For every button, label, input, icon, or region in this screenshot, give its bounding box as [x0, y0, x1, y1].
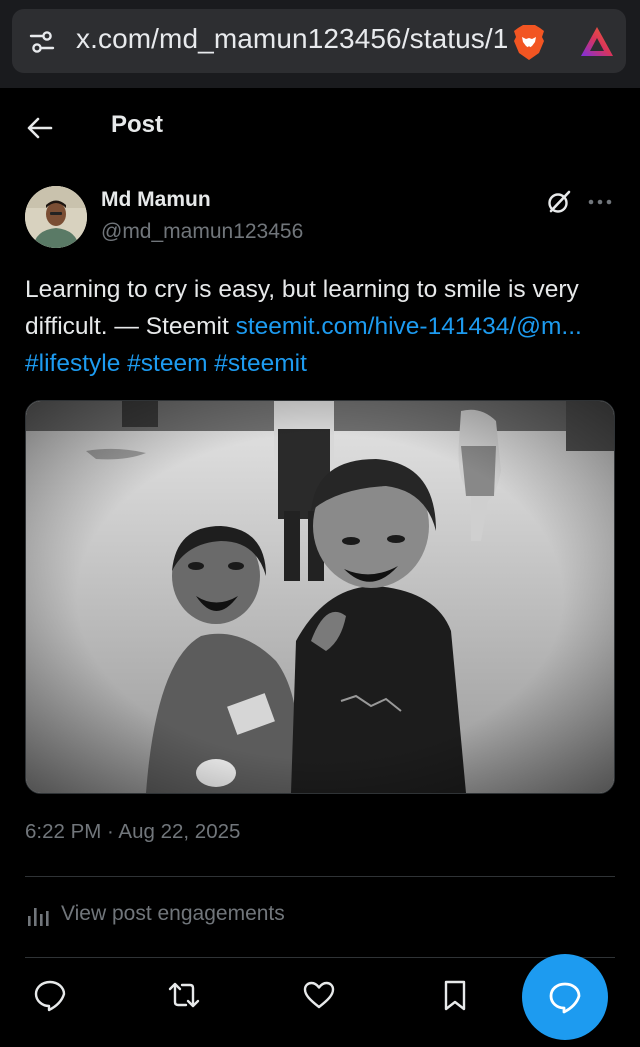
post-link[interactable]: steemit.com/hive-141434/@m...	[236, 313, 582, 340]
post-image[interactable]	[25, 400, 615, 794]
author-display-name[interactable]: Md Mamun	[101, 188, 211, 212]
hashtag-link[interactable]: #steem	[127, 350, 207, 377]
like-icon[interactable]	[302, 978, 336, 1012]
page-title: Post	[111, 111, 164, 138]
brave-rewards-icon[interactable]	[579, 25, 615, 59]
hashtag-link[interactable]: #steemit	[214, 350, 307, 377]
new-message-icon	[549, 982, 581, 1014]
hashtag-link[interactable]: #lifestyle	[25, 350, 120, 377]
url-text[interactable]: x.com/md_mamun123456/status/1	[76, 23, 508, 55]
post-timestamp: 6:22 PM · Aug 22, 2025	[25, 820, 241, 843]
brave-lion-icon[interactable]	[509, 22, 549, 62]
author-handle[interactable]: @md_mamun123456	[101, 220, 303, 244]
view-engagements-link[interactable]: View post engagements	[25, 895, 425, 935]
reply-icon[interactable]	[33, 978, 67, 1012]
page-header: Post	[0, 88, 640, 166]
analytics-bars-icon	[28, 908, 49, 926]
avatar[interactable]	[25, 186, 87, 248]
arrow-left-icon[interactable]	[24, 112, 56, 144]
repost-icon[interactable]	[167, 978, 201, 1012]
new-message-button[interactable]	[522, 954, 608, 1040]
browser-toolbar: x.com/md_mamun123456/status/1	[0, 0, 640, 88]
divider	[25, 876, 615, 877]
grok-icon[interactable]	[546, 189, 572, 215]
view-engagements-label[interactable]: View post engagements	[61, 902, 285, 926]
more-options-icon[interactable]	[586, 189, 614, 215]
divider	[25, 957, 615, 958]
bookmark-icon[interactable]	[438, 978, 472, 1012]
address-bar[interactable]: x.com/md_mamun123456/status/1	[12, 9, 626, 73]
post-text: Learning to cry is easy, but learning to…	[25, 271, 605, 382]
tune-icon[interactable]	[28, 28, 56, 56]
